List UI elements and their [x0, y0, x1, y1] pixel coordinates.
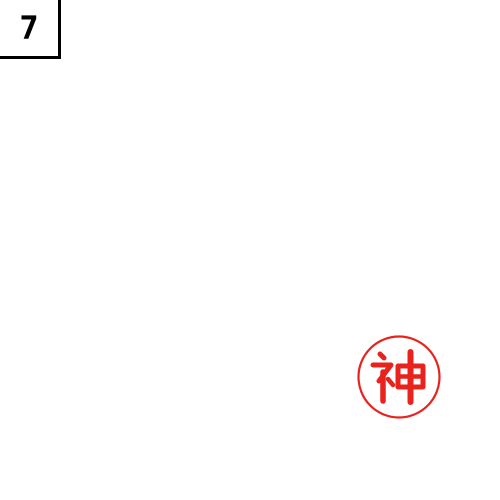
hanko-seal-icon [357, 335, 441, 419]
page-number-box: 7 [0, 0, 61, 59]
page-number: 7 [19, 9, 39, 47]
seal-glyph [370, 349, 426, 405]
